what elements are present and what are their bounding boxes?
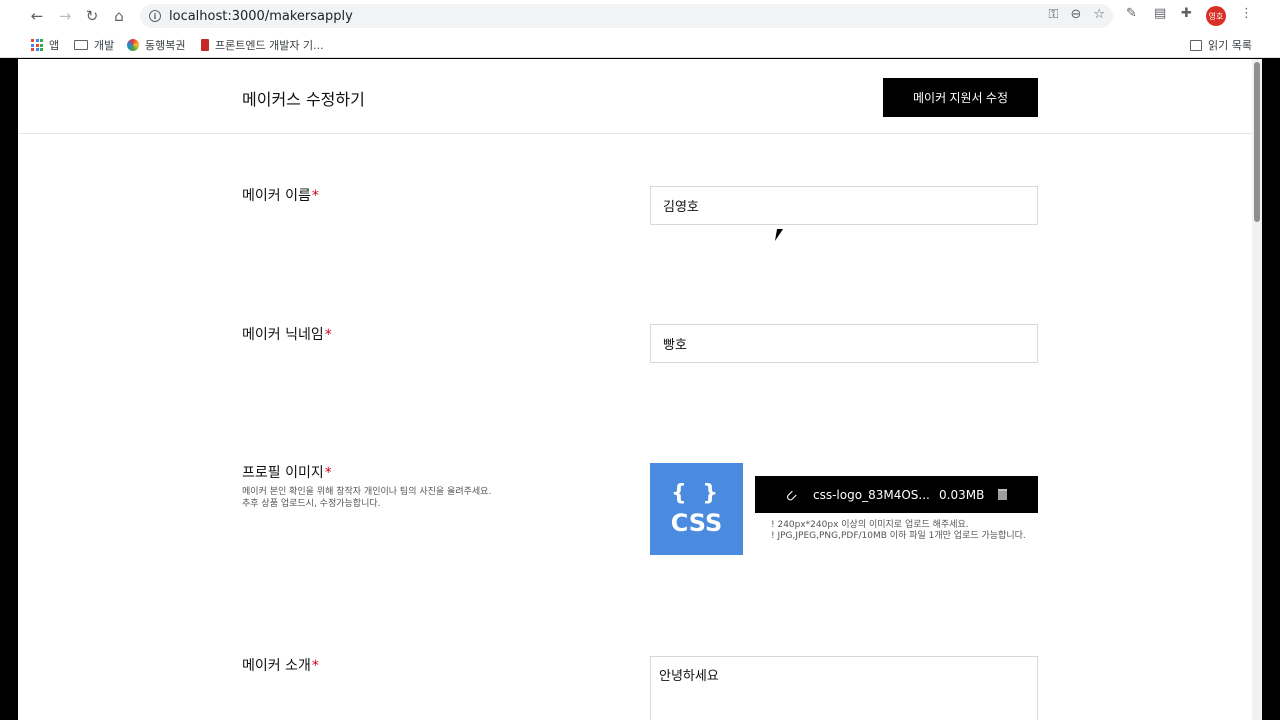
apps-grid-icon <box>31 39 43 51</box>
profile-image-label: 프로필 이미지* <box>242 462 332 482</box>
maker-nickname-label: 메이커 닉네임* <box>242 324 332 344</box>
required-mark: * <box>324 465 332 481</box>
label-text: 메이커 소개 <box>242 658 311 674</box>
edit-application-button[interactable]: 메이커 지원서 수정 <box>883 78 1038 117</box>
upload-note: ! JPG,JPEG,PNG,PDF/10MB 이하 파일 1개만 업로드 가능… <box>771 531 1026 541</box>
back-icon[interactable]: ← <box>26 5 48 27</box>
thumbnail-braces: { } <box>671 481 722 506</box>
zoom-icon[interactable]: ⊖ <box>1070 7 1081 22</box>
upload-notes: ! 240px*240px 이상의 이미지로 업로드 해주세요. ! JPG,J… <box>771 520 1026 542</box>
bookmark-frontend[interactable]: 프론트엔드 개발자 기... <box>201 37 324 53</box>
forward-icon[interactable]: → <box>54 5 76 27</box>
key-icon[interactable]: ⚿ <box>1049 7 1059 22</box>
trash-icon[interactable] <box>998 489 1008 500</box>
bookmark-label: 프론트엔드 개발자 기... <box>215 39 324 52</box>
help-line: 추후 상품 업로드시, 수정가능합니다. <box>242 499 381 509</box>
maker-nickname-input[interactable]: 빵호 <box>650 324 1038 363</box>
uploaded-file-bar: ⊂ css-logo_83M4OS... 0.03MB <box>755 476 1038 513</box>
profile-image-thumbnail[interactable]: { } CSS <box>650 463 743 555</box>
bookmark-dev-folder[interactable]: 개발 <box>74 37 114 53</box>
address-bar[interactable]: i localhost:3000/makersapply ⚿ ⊖ ☆ <box>140 4 1113 28</box>
page-viewport: 메이커스 수정하기 메이커 지원서 수정 메이커 이름* 김영호 메이커 닉네임… <box>18 59 1262 720</box>
required-mark: * <box>311 188 319 204</box>
upload-note: ! 240px*240px 이상의 이미지로 업로드 해주세요. <box>771 520 969 530</box>
required-mark: * <box>311 658 319 674</box>
chrome-menu-icon[interactable]: ⋮ <box>1240 6 1253 21</box>
bookmark-label: 동행복권 <box>145 39 186 52</box>
bookmark-lottery[interactable]: 동행복권 <box>127 37 185 53</box>
url-text: localhost:3000/makersapply <box>169 8 353 24</box>
maker-intro-textarea[interactable]: 안녕하세요 <box>650 656 1038 720</box>
maker-name-label: 메이커 이름* <box>242 185 319 205</box>
required-mark: * <box>324 327 332 343</box>
lottery-logo-icon <box>127 39 139 51</box>
site-info-icon[interactable]: i <box>149 10 161 22</box>
label-text: 메이커 닉네임 <box>242 327 324 343</box>
scrollbar-thumb[interactable] <box>1254 62 1260 222</box>
label-text: 프로필 이미지 <box>242 465 324 481</box>
profile-avatar[interactable]: 영호 <box>1206 6 1226 26</box>
page-scrollbar[interactable] <box>1252 59 1262 720</box>
thumbnail-text: CSS <box>670 509 723 537</box>
bookmark-apps[interactable]: 앱 <box>31 37 59 53</box>
home-icon[interactable]: ⌂ <box>108 5 130 27</box>
reload-icon[interactable]: ↻ <box>81 5 103 27</box>
reading-list-label: 읽기 목록 <box>1208 39 1252 52</box>
mouse-cursor-icon <box>774 229 784 241</box>
label-text: 메이커 이름 <box>242 188 311 204</box>
book-icon <box>201 39 209 51</box>
reading-list[interactable]: 읽기 목록 <box>1190 37 1252 53</box>
folder-icon <box>74 40 88 50</box>
bookmark-label: 앱 <box>49 39 60 52</box>
file-size: 0.03MB <box>939 487 985 502</box>
extensions-puzzle-icon[interactable]: ✚ <box>1181 6 1192 21</box>
star-icon[interactable]: ☆ <box>1093 7 1105 22</box>
help-line: 메이커 본인 확인을 위해 창작자 개인이나 팀의 사진을 올려주세요. <box>242 487 492 497</box>
paperclip-icon: ⊂ <box>781 486 802 506</box>
browser-toolbar: ← → ↻ ⌂ i localhost:3000/makersapply ⚿ ⊖… <box>0 0 1280 32</box>
eyedropper-extension-icon[interactable]: ✎ <box>1126 6 1137 21</box>
maker-intro-label: 메이커 소개* <box>242 655 319 675</box>
profile-image-help: 메이커 본인 확인을 위해 창작자 개인이나 팀의 사진을 올려주세요. 추후 … <box>242 486 491 510</box>
page-header: 메이커스 수정하기 메이커 지원서 수정 <box>18 59 1262 134</box>
bookmarks-bar: 앱 개발 동행복권 프론트엔드 개발자 기... 읽기 목록 <box>0 32 1280 58</box>
file-name: css-logo_83M4OS... <box>813 487 930 502</box>
calendar-extension-icon[interactable]: ▤ <box>1154 6 1166 21</box>
maker-name-input[interactable]: 김영호 <box>650 186 1038 225</box>
bookmark-label: 개발 <box>94 39 115 52</box>
page-title: 메이커스 수정하기 <box>242 90 365 109</box>
reading-list-icon <box>1190 39 1202 51</box>
